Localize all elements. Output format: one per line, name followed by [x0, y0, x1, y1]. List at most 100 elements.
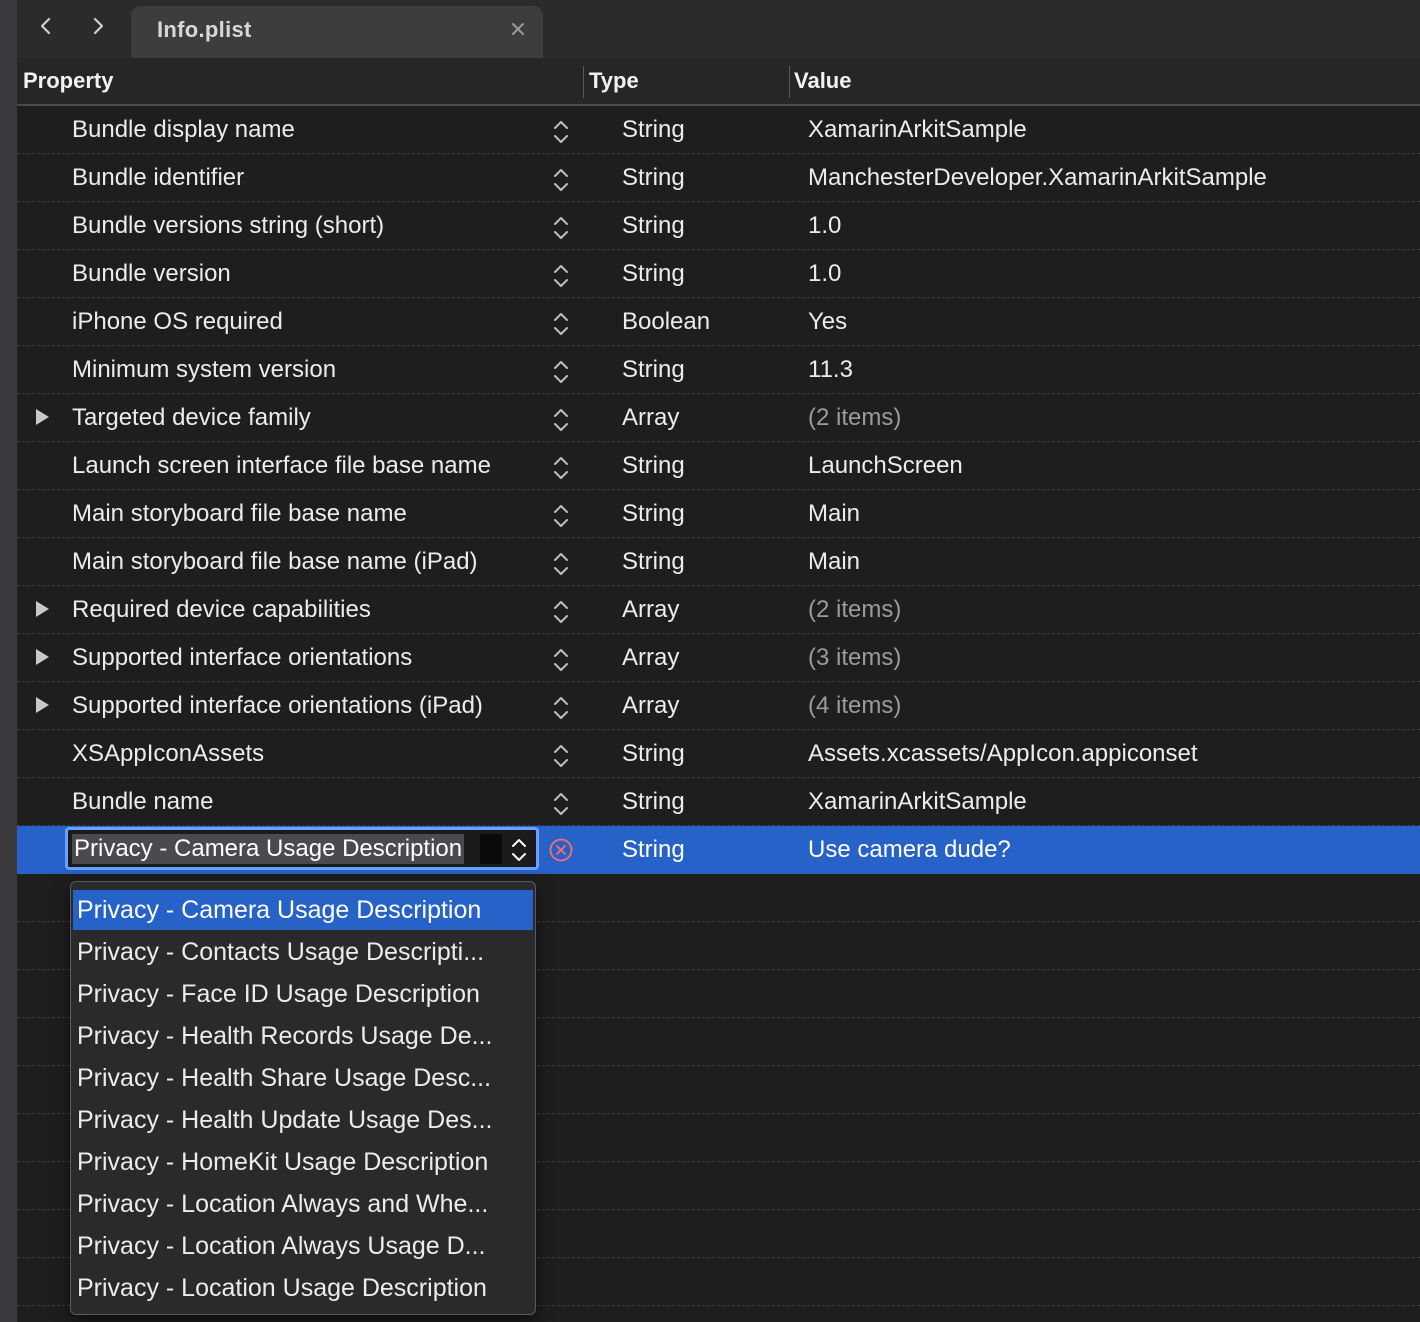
property-value[interactable]: (2 items): [808, 394, 901, 442]
property-value[interactable]: 1.0: [808, 250, 841, 298]
plist-row[interactable]: iPhone OS required Boolean Yes: [17, 298, 1420, 346]
dropdown-item[interactable]: Privacy - Location Always and Whe...: [73, 1184, 533, 1224]
dropdown-item[interactable]: Privacy - HomeKit Usage Description: [73, 1142, 533, 1182]
dropdown-item[interactable]: Privacy - Health Share Usage Desc...: [73, 1058, 533, 1098]
plist-row[interactable]: Minimum system version String 11.3: [17, 346, 1420, 394]
property-key: Bundle display name: [72, 116, 295, 143]
property-type[interactable]: String: [622, 730, 685, 778]
property-type[interactable]: String: [622, 250, 685, 298]
property-type[interactable]: String: [622, 490, 685, 538]
property-key-input-text[interactable]: Privacy - Camera Usage Description: [72, 834, 465, 864]
plist-row-selected[interactable]: Privacy - Camera Usage Description String…: [17, 826, 1420, 874]
property-type[interactable]: Array: [622, 586, 679, 634]
property-type[interactable]: String: [622, 778, 685, 826]
property-stepper[interactable]: [551, 262, 571, 290]
stepper-icon: [554, 553, 568, 575]
dropdown-item[interactable]: Privacy - Contacts Usage Descripti...: [73, 932, 533, 972]
property-type[interactable]: String: [622, 538, 685, 586]
forward-button[interactable]: [83, 12, 113, 42]
property-stepper[interactable]: [551, 694, 571, 722]
property-type[interactable]: Array: [622, 682, 679, 730]
property-stepper[interactable]: [551, 214, 571, 242]
property-type[interactable]: String: [622, 826, 685, 874]
property-stepper[interactable]: [551, 118, 571, 146]
disclosure-triangle[interactable]: [33, 695, 51, 715]
property-suggestion-dropdown[interactable]: Privacy - Camera Usage Description Privac…: [70, 881, 536, 1315]
dropdown-item[interactable]: Privacy - Location Always Usage D...: [73, 1226, 533, 1266]
property-value[interactable]: LaunchScreen: [808, 442, 963, 490]
column-separator[interactable]: [789, 66, 790, 98]
column-separator[interactable]: [583, 66, 584, 98]
plist-row[interactable]: Main storyboard file base name (iPad) Str…: [17, 538, 1420, 586]
property-type[interactable]: Array: [622, 634, 679, 682]
property-value[interactable]: Main: [808, 538, 860, 586]
disclosure-triangle[interactable]: [33, 407, 51, 427]
column-value[interactable]: Value: [794, 58, 851, 104]
property-stepper[interactable]: [551, 598, 571, 626]
property-stepper[interactable]: [551, 454, 571, 482]
property-key: Supported interface orientations (iPad): [72, 692, 483, 719]
property-value[interactable]: 1.0: [808, 202, 841, 250]
disclosure-triangle-icon: [36, 649, 49, 665]
plist-row[interactable]: Supported interface orientations Array (3 …: [17, 634, 1420, 682]
tab-info-plist[interactable]: Info.plist: [131, 6, 543, 58]
remove-property-button[interactable]: [548, 837, 574, 863]
plist-row[interactable]: Targeted device family Array (2 items): [17, 394, 1420, 442]
property-stepper[interactable]: [551, 406, 571, 434]
disclosure-triangle[interactable]: [33, 647, 51, 667]
property-key-editor[interactable]: Privacy - Camera Usage Description: [65, 827, 539, 870]
dropdown-item[interactable]: Privacy - Health Records Usage De...: [73, 1016, 533, 1056]
property-type[interactable]: String: [622, 202, 685, 250]
dropdown-item[interactable]: Privacy - Location Usage Description: [73, 1268, 533, 1308]
column-type[interactable]: Type: [589, 58, 639, 104]
property-type[interactable]: String: [622, 442, 685, 490]
property-type[interactable]: String: [622, 106, 685, 154]
property-type[interactable]: Boolean: [622, 298, 710, 346]
property-stepper[interactable]: [551, 646, 571, 674]
property-stepper[interactable]: [551, 502, 571, 530]
dropdown-item[interactable]: Privacy - Face ID Usage Description: [73, 974, 533, 1014]
plist-row[interactable]: Bundle display name String XamarinArkitSam…: [17, 106, 1420, 154]
property-value[interactable]: Use camera dude?: [808, 826, 1011, 874]
property-type[interactable]: String: [622, 154, 685, 202]
property-value[interactable]: (3 items): [808, 634, 901, 682]
property-value[interactable]: ManchesterDeveloper.XamarinArkitSample: [808, 154, 1267, 202]
dropdown-item[interactable]: Privacy - Camera Usage Description: [73, 890, 533, 930]
property-stepper[interactable]: [551, 166, 571, 194]
property-value[interactable]: Assets.xcassets/AppIcon.appiconset: [808, 730, 1198, 778]
property-stepper[interactable]: [551, 550, 571, 578]
property-type[interactable]: String: [622, 346, 685, 394]
property-stepper[interactable]: [551, 358, 571, 386]
plist-row[interactable]: Bundle versions string (short) String 1.0: [17, 202, 1420, 250]
plist-row[interactable]: Required device capabilities Array (2 item…: [17, 586, 1420, 634]
property-stepper[interactable]: [551, 742, 571, 770]
property-value[interactable]: (2 items): [808, 586, 901, 634]
back-button[interactable]: [31, 12, 61, 42]
plist-row[interactable]: Bundle identifier String ManchesterDevelop…: [17, 154, 1420, 202]
stepper-icon: [554, 361, 568, 383]
plist-row[interactable]: Launch screen interface file base name St…: [17, 442, 1420, 490]
property-stepper[interactable]: [509, 836, 529, 864]
remove-circle-icon: [549, 838, 573, 862]
plist-row[interactable]: Bundle name String XamarinArkitSample: [17, 778, 1420, 826]
property-key: Bundle versions string (short): [72, 212, 385, 239]
plist-row[interactable]: Main storyboard file base name String Main: [17, 490, 1420, 538]
plist-row[interactable]: Supported interface orientations (iPad) A…: [17, 682, 1420, 730]
property-value[interactable]: 11.3: [808, 346, 853, 394]
property-stepper[interactable]: [551, 310, 571, 338]
property-value[interactable]: Main: [808, 490, 860, 538]
tab-close-button[interactable]: [509, 20, 527, 38]
property-stepper[interactable]: [551, 790, 571, 818]
property-value[interactable]: Yes: [808, 298, 847, 346]
property-value[interactable]: XamarinArkitSample: [808, 106, 1027, 154]
disclosure-triangle[interactable]: [33, 599, 51, 619]
stepper-icon: [554, 457, 568, 479]
property-type[interactable]: Array: [622, 394, 679, 442]
stepper-icon: [512, 839, 526, 861]
plist-row[interactable]: XSAppIconAssets String Assets.xcassets/App…: [17, 730, 1420, 778]
plist-row[interactable]: Bundle version String 1.0: [17, 250, 1420, 298]
dropdown-item[interactable]: Privacy - Health Update Usage Des...: [73, 1100, 533, 1140]
property-value[interactable]: XamarinArkitSample: [808, 778, 1027, 826]
property-value[interactable]: (4 items): [808, 682, 901, 730]
column-property[interactable]: Property: [23, 58, 113, 104]
